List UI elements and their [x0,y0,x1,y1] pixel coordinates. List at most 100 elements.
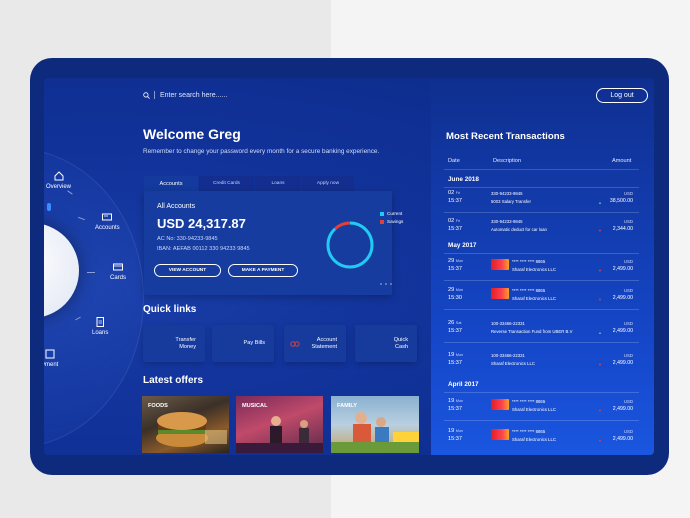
password-reminder: Remember to change your password every m… [143,148,380,155]
view-account-button[interactable]: VIEW ACCOUNT [154,264,221,277]
row-divider [444,280,639,281]
transaction-weekday: Mon [455,429,464,433]
carousel-dot[interactable] [390,283,392,285]
transaction-amount: 2,499.00 [612,436,633,442]
quick-link-label: Money [179,343,196,350]
transaction-day: 19 Mon [448,428,464,434]
transaction-account: 100-33466-22331 [491,353,525,358]
transaction-weekday: Fri [455,219,461,223]
month-heading: April 2017 [448,381,479,388]
sidebar-item-cards[interactable]: Cards [110,261,126,281]
quick-link-transfer-money[interactable]: Transfer Money [143,325,205,362]
accounts-icon [102,213,113,221]
sidebar-item-label: Accounts [95,225,120,231]
statement-icon [290,341,300,347]
search-icon [143,91,150,99]
tab-accounts[interactable]: Accounts [144,176,198,191]
balance-donut-chart [326,221,374,269]
transaction-weekday: Fri [455,191,461,195]
logout-button[interactable]: Log out [596,88,648,103]
row-divider [444,342,639,343]
transaction-amount: 2,499.00 [612,360,633,366]
legend-swatch [380,211,384,216]
transaction-description: Sharaf Electronics LLC [512,296,556,301]
home-icon [54,171,63,181]
card-thumbnail-icon [491,259,509,270]
transaction-day: 29 Mon [448,258,464,264]
tab-credit-cards[interactable]: Credit Cards [199,176,254,191]
quick-link-label: Pay Bills [243,340,265,346]
month-divider [444,392,639,393]
donut-segment-current [326,221,374,269]
transaction-day: 26 Sat [448,320,462,326]
quick-link-account-statement[interactable]: Account Statement [284,325,346,362]
tab-apply-now[interactable]: Apply now [302,176,354,191]
total-balance: USD 24,317.87 [157,216,246,231]
sidebar-item-payment[interactable]: yment [44,348,58,368]
sidebar-item-overview[interactable]: Overview [46,170,71,190]
quick-link-pay-bills[interactable]: Pay Bills [212,325,274,362]
transaction-description: Sharaf Electronics LLC [512,437,556,442]
chart-legend: Current Savings [380,211,403,227]
sidebar-item-loans[interactable]: Loans [92,316,108,336]
quick-link-label: Statement [311,343,338,350]
carousel-dot[interactable] [385,283,387,285]
transaction-description: Reverse Transaction Fund from UBER B.V [491,329,573,334]
legend-swatch [380,219,384,224]
transactions-title: Most Recent Transactions [446,131,565,142]
search-bar[interactable]: Enter search here...... [143,91,227,99]
payment-icon [45,349,55,359]
account-number: AC No: 330-94233-9845 [157,236,218,242]
transaction-time: 15:37 [448,328,462,334]
legend-item-current: Current [380,211,403,216]
card-thumbnail-icon [491,399,509,410]
transaction-weekday: Sat [455,321,462,325]
month-heading: June 2018 [448,176,479,183]
transaction-weekday: Mon [455,288,464,292]
carousel-dots[interactable] [380,283,395,285]
sidebar-item-label: yment [44,362,59,368]
tab-loans[interactable]: Loans [255,176,301,191]
search-input[interactable]: Enter search here...... [160,92,227,99]
transaction-currency: USD [623,259,633,264]
quick-link-quick-cash[interactable]: Quick Cash [355,325,417,362]
offer-card-family[interactable]: FAMILY [331,396,419,453]
offer-label: MUSICAL [242,403,268,409]
sidebar-item-accounts[interactable]: Accounts [95,211,120,231]
carousel-dot[interactable] [380,283,382,285]
header-divider [444,169,639,170]
offer-label: FOODS [148,403,168,409]
accounts-summary-card: All Accounts USD 24,317.87 AC No: 330-94… [144,191,403,295]
app-screen: Overview Accounts Cards Loans yment Ente… [44,78,654,455]
transaction-amount: 2,499.00 [612,266,633,272]
card-thumbnail-icon [491,429,509,440]
transaction-currency: USD [623,429,633,434]
row-divider [444,309,639,310]
transaction-time: 15:37 [448,406,462,412]
month-divider [444,187,639,188]
card-thumbnail-icon [491,288,509,299]
transaction-account: 330-94233-9845 [491,219,523,224]
offer-card-musical[interactable]: MUSICAL [236,396,323,453]
make-payment-button[interactable]: MAKE A PAYMENT [228,264,298,277]
transaction-description: Sharaf Electronics LLC [491,361,535,366]
transaction-currency: USD [623,288,633,293]
transaction-day: 19 Mon [448,398,464,404]
column-header-amount: Amount [612,158,632,164]
row-divider [444,212,639,213]
transaction-day: 29 Mon [448,287,464,293]
transaction-description: 5003 Salary Transfer [491,199,531,204]
transaction-amount: 2,344.00 [612,226,633,232]
offer-card-foods[interactable]: FOODS [142,396,229,453]
offer-label: FAMILY [337,403,357,409]
quick-links-title: Quick links [143,304,197,315]
quick-link-label: Transfer [175,336,196,343]
legend-label: Savings [387,219,404,224]
sidebar-item-label: Cards [110,275,127,281]
transaction-time: 15:30 [448,295,462,301]
transaction-account: **** **** **** 8865 [512,288,546,293]
legend-label: Current [387,211,403,216]
dial-tick [87,272,95,273]
transaction-description: Automatic deduct for car loan [491,227,547,232]
transaction-account: **** **** **** 8865 [512,429,546,434]
